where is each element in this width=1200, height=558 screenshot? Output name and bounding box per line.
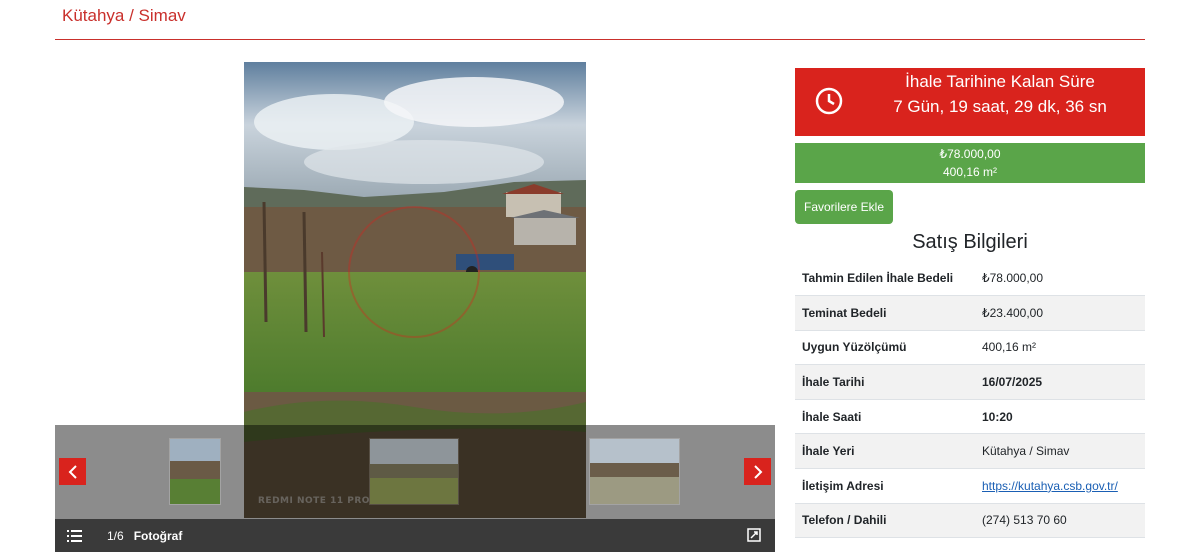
row-key: İhale Yeri xyxy=(795,433,975,470)
table-row: Tahmin Edilen İhale Bedeli ₺78.000,00 xyxy=(795,261,1145,297)
gallery-next-button[interactable] xyxy=(744,458,771,485)
clock-icon xyxy=(815,87,843,115)
table-row: İhale Tarihi 16/07/2025 xyxy=(795,364,1145,400)
thumbnail[interactable] xyxy=(169,438,221,505)
row-value: ₺23.400,00 xyxy=(975,295,1145,331)
row-key: Tahmin Edilen İhale Bedeli xyxy=(795,261,975,297)
table-row: Uygun Yüzölçümü 400,16 m² xyxy=(795,330,1145,366)
row-key: İletişim Adresi xyxy=(795,468,975,504)
contact-address-link[interactable]: https://kutahya.csb.gov.tr/ xyxy=(982,479,1118,493)
photo-gallery: REDMI NOTE 11 PRO 1/6 Fotoğraf xyxy=(55,62,775,552)
row-value: 400,16 m² xyxy=(975,330,1145,366)
countdown-label: İhale Tarihine Kalan Süre xyxy=(905,72,1095,91)
chevron-left-icon xyxy=(68,464,77,479)
price-area: 400,16 m² xyxy=(942,165,998,179)
row-value: 16/07/2025 xyxy=(975,364,1145,400)
photo-counter: 1/6 xyxy=(107,528,124,543)
countdown-value: 7 Gün, 19 saat, 29 dk, 36 sn xyxy=(893,97,1107,116)
row-value: Kütahya / Simav xyxy=(975,433,1145,470)
page-header: Kütahya / Simav xyxy=(0,0,1200,40)
countdown-box: İhale Tarihine Kalan Süre 7 Gün, 19 saat… xyxy=(795,68,1145,136)
table-row: Teminat Bedeli ₺23.400,00 xyxy=(795,295,1145,331)
chevron-right-icon xyxy=(753,464,762,479)
list-toggle-button[interactable] xyxy=(67,529,83,542)
row-value: 10:20 xyxy=(975,399,1145,435)
table-row: İhale Saati 10:20 xyxy=(795,399,1145,435)
sales-info-table: Tahmin Edilen İhale Bedeli ₺78.000,00 Te… xyxy=(795,261,1145,539)
thumbnail-strip xyxy=(55,425,775,520)
table-row: İhale Yeri Kütahya / Simav xyxy=(795,433,1145,470)
sales-info-title: Satış Bilgileri xyxy=(912,231,1028,253)
location-title: Kütahya / Simav xyxy=(62,6,186,25)
list-icon xyxy=(67,529,82,542)
thumbnail[interactable] xyxy=(589,438,680,505)
photo-label: Fotoğraf xyxy=(133,528,183,543)
row-value: (274) 513 70 60 xyxy=(975,503,1145,539)
fullscreen-button[interactable] xyxy=(747,528,761,542)
row-key: İhale Tarihi xyxy=(795,364,975,400)
header-divider xyxy=(55,39,1145,40)
row-key: Uygun Yüzölçümü xyxy=(795,330,975,366)
price-amount: ₺78.000,00 xyxy=(939,147,1001,161)
thumbnail[interactable] xyxy=(369,438,459,505)
row-key: Teminat Bedeli xyxy=(795,295,975,331)
row-value: https://kutahya.csb.gov.tr/ xyxy=(975,468,1145,504)
price-box: ₺78.000,00 400,16 m² xyxy=(795,143,1145,183)
gallery-prev-button[interactable] xyxy=(59,458,86,485)
gallery-toolbar: 1/6 Fotoğraf xyxy=(55,519,775,552)
row-key: İhale Saati xyxy=(795,399,975,435)
fullscreen-icon xyxy=(747,528,761,542)
row-value: ₺78.000,00 xyxy=(975,261,1145,297)
table-row: İletişim Adresi https://kutahya.csb.gov.… xyxy=(795,468,1145,504)
row-key: Telefon / Dahili xyxy=(795,503,975,539)
table-row: Telefon / Dahili (274) 513 70 60 xyxy=(795,503,1145,539)
add-favorite-button[interactable]: Favorilere Ekle xyxy=(795,190,893,224)
